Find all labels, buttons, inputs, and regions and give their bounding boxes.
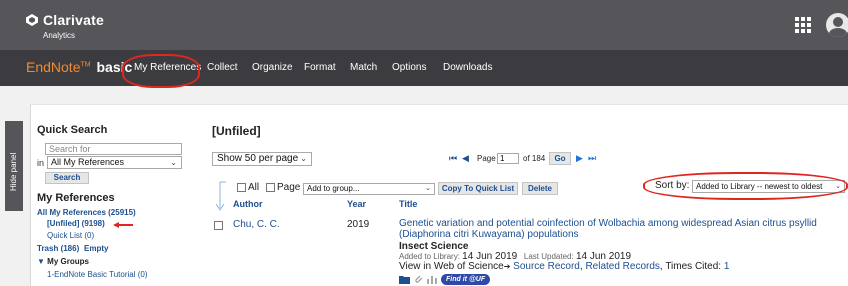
endnote-page: Clarivate Analytics EndNoteTM basic My R… (0, 0, 848, 286)
times-cited-link[interactable]: 1 (724, 261, 730, 272)
quick-search-input[interactable]: Search for (45, 143, 182, 155)
page-count: of 184 (523, 154, 546, 163)
column-title[interactable]: Title (399, 199, 417, 209)
arrow-right-icon: ➔ (503, 262, 511, 271)
nav-my-references[interactable]: My References (134, 62, 201, 73)
my-references-title: My References (37, 192, 115, 204)
sidebar-quick-list[interactable]: Quick List (0) (47, 231, 94, 240)
record-year: 2019 (347, 219, 370, 230)
bar-chart-icon[interactable] (427, 275, 437, 284)
nav-match[interactable]: Match (350, 62, 377, 73)
select-all-label: All (248, 182, 260, 193)
hide-panel-tab[interactable]: Hide panel (5, 121, 23, 211)
search-button[interactable]: Search (45, 172, 89, 184)
go-button[interactable]: Go (549, 152, 571, 165)
arrow-down-icon (215, 181, 226, 211)
per-page-select[interactable]: Show 50 per page ⌄ (212, 152, 312, 166)
sort-by-label: Sort by: (655, 180, 690, 191)
copy-to-quick-list-button[interactable]: Copy To Quick List (438, 182, 518, 195)
clarivate-logo[interactable]: Clarivate Analytics (26, 12, 104, 40)
column-year[interactable]: Year (347, 199, 366, 209)
page-label: Page (477, 154, 496, 163)
source-record-link[interactable]: Source Record (513, 261, 580, 272)
sidebar-group-item[interactable]: 1-EndNote Basic Tutorial (0) (47, 270, 148, 279)
record-checkbox[interactable] (214, 221, 223, 230)
annotation-arrow-icon (113, 222, 133, 228)
logo-sub: Analytics (43, 31, 76, 40)
logo-name: Clarivate (43, 12, 104, 28)
nav-organize[interactable]: Organize (252, 62, 293, 73)
search-in-label: in (37, 158, 45, 168)
main-nav: EndNoteTM basic My References Collect Or… (0, 50, 848, 86)
folder-icon[interactable] (399, 275, 410, 284)
select-all-checkbox[interactable] (237, 183, 246, 192)
add-to-group-select[interactable]: Add to group... ⌄ (303, 183, 435, 195)
sidebar-empty-trash[interactable]: Empty (84, 244, 108, 253)
user-avatar-icon[interactable] (826, 13, 848, 37)
chevron-down-icon: ⌄ (835, 181, 841, 192)
quick-search-title: Quick Search (37, 124, 108, 136)
nav-options[interactable]: Options (392, 62, 426, 73)
column-author[interactable]: Author (233, 199, 263, 209)
record-actions: Find it @UF (399, 274, 491, 285)
sort-by-select[interactable]: Added to Library -- newest to oldest ⌄ (692, 180, 845, 193)
nav-format[interactable]: Format (304, 62, 336, 73)
triangle-down-icon: ▼ (37, 257, 45, 266)
sidebar-all-references[interactable]: All My References (25915) (37, 208, 136, 217)
select-page-label: Page (277, 182, 301, 193)
next-page-icon[interactable]: ▶ (576, 153, 583, 164)
sidebar-trash[interactable]: Trash (186) (37, 244, 79, 253)
select-page-checkbox[interactable] (266, 183, 275, 192)
record-author[interactable]: Chu, C. C. (233, 219, 280, 230)
top-header: Clarivate Analytics (0, 0, 848, 50)
apps-grid-icon[interactable] (795, 17, 811, 33)
record-wos-line: View in Web of Science➔ Source Record, R… (399, 261, 730, 272)
chevron-down-icon: ⌄ (170, 158, 177, 167)
page-number-input[interactable]: 1 (497, 153, 519, 164)
page-title: [Unfiled] (212, 124, 261, 138)
chevron-down-icon: ⌄ (300, 154, 307, 163)
prev-page-icon[interactable]: ◀ (462, 153, 469, 164)
nav-collect[interactable]: Collect (207, 62, 238, 73)
last-page-icon[interactable]: ⏭ (588, 153, 596, 164)
attachment-icon[interactable] (414, 275, 423, 284)
chevron-down-icon: ⌄ (425, 185, 431, 192)
clarivate-mark-icon (26, 14, 38, 26)
sidebar-my-groups[interactable]: ▼ My Groups (37, 257, 89, 266)
nav-downloads[interactable]: Downloads (443, 62, 492, 73)
related-records-link[interactable]: Related Records (585, 261, 659, 272)
delete-button[interactable]: Delete (522, 182, 558, 195)
record-title-link[interactable]: Genetic variation and potential coinfect… (399, 218, 839, 240)
search-scope-select[interactable]: All My References ⌄ (47, 156, 182, 169)
sidebar-unfiled[interactable]: [Unfiled] (9198) (47, 219, 105, 228)
find-it-uf-button[interactable]: Find it @UF (441, 274, 491, 285)
first-page-icon[interactable]: ⏮ (449, 153, 457, 164)
endnote-brand[interactable]: EndNoteTM basic (26, 59, 132, 75)
